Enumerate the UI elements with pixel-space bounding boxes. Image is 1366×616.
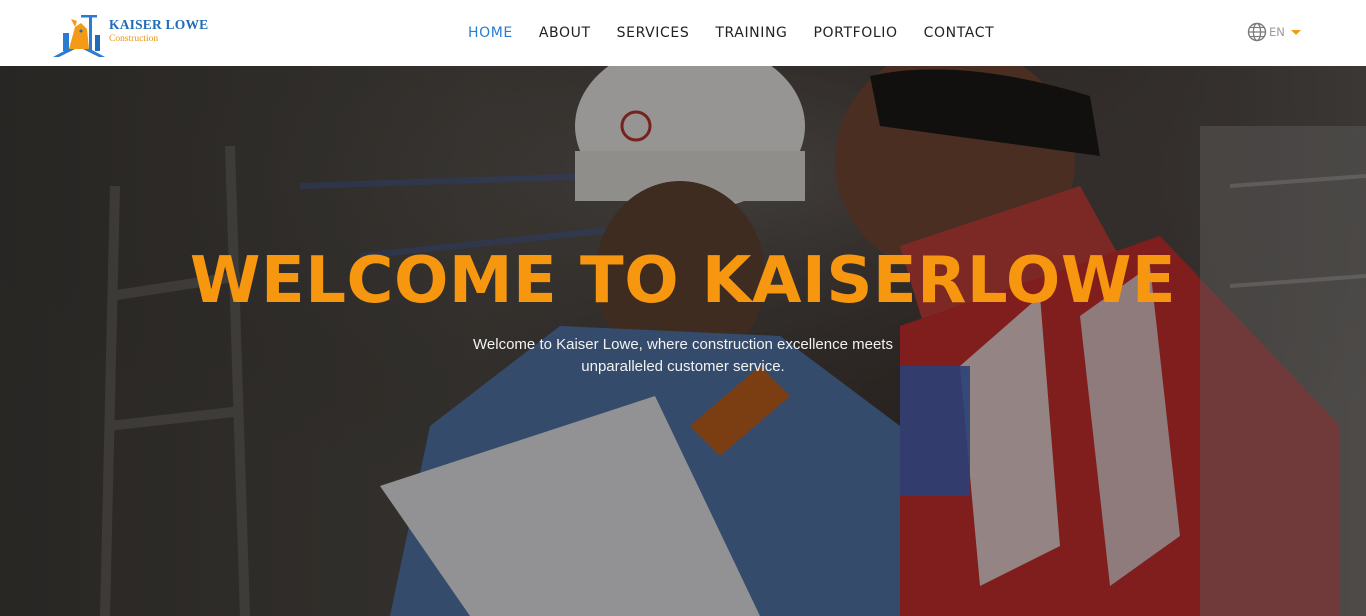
nav-item-home[interactable]: HOME [468,25,513,41]
brand-name: KAISER LOWE [109,17,209,32]
language-label: EN [1269,25,1285,39]
brand-tagline: Construction [109,33,159,44]
nav-item-about[interactable]: ABOUT [539,25,591,41]
language-selector[interactable]: EN [1247,22,1301,42]
logo-mark-icon [53,15,105,57]
nav-item-contact[interactable]: CONTACT [924,25,995,41]
chevron-down-icon [1290,30,1301,35]
globe-icon [1247,22,1267,42]
nav-item-services[interactable]: SERVICES [617,25,690,41]
site-header: KAISER LOWE Construction HOME ABOUT SERV… [0,0,1366,66]
main-nav: HOME ABOUT SERVICES TRAINING PORTFOLIO C… [468,0,1020,66]
brand-logo[interactable]: KAISER LOWE Construction [51,8,211,60]
nav-item-training[interactable]: TRAINING [715,25,787,41]
hero-banner: WELCOME TO KAISERLOWE Welcome to Kaiser … [0,66,1366,616]
hero-subtitle: Welcome to Kaiser Lowe, where constructi… [473,336,893,375]
hero-title: WELCOME TO KAISERLOWE [189,244,1177,318]
nav-item-portfolio[interactable]: PORTFOLIO [814,25,898,41]
